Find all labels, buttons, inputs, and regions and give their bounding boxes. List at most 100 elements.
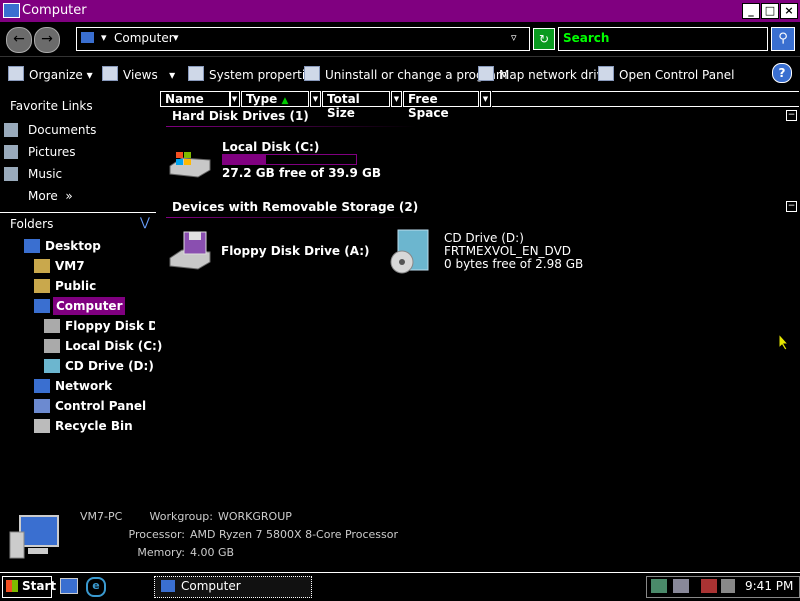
folders-header: Folders: [10, 217, 54, 231]
collapse-icon[interactable]: −: [786, 110, 797, 121]
network-status-icon[interactable]: [651, 579, 667, 593]
windows-logo-icon: [6, 580, 18, 592]
start-button[interactable]: Start: [2, 576, 56, 598]
history-dropdown[interactable]: ▿: [511, 31, 517, 44]
clock[interactable]: 9:41 PM: [745, 579, 793, 593]
disk-usage-bar: [222, 154, 357, 165]
control-panel-icon: [34, 399, 50, 413]
tree-desktop[interactable]: Desktop: [45, 239, 101, 253]
tree-recycle-bin[interactable]: Recycle Bin: [55, 419, 133, 433]
desktop-icon: [24, 239, 40, 253]
close-button[interactable]: ×: [780, 3, 798, 19]
floppy-drive-a[interactable]: Floppy Disk Drive (A:): [221, 244, 370, 258]
user-folder-icon: [34, 259, 50, 273]
chevron-down-icon[interactable]: ⋁: [140, 215, 150, 229]
mouse-cursor-icon: [778, 332, 790, 354]
local-disk-c-name[interactable]: Local Disk (C:): [222, 140, 319, 154]
tray-icon[interactable]: [673, 579, 689, 593]
favorite-pictures[interactable]: Pictures: [28, 145, 76, 159]
tree-computer[interactable]: Computer: [53, 297, 126, 315]
address-bar[interactable]: ▾ Computer ▾ ▿: [76, 27, 530, 51]
command-toolbar: Organize ▾ Views ▾ System properties Uni…: [0, 58, 800, 90]
volume-icon[interactable]: [721, 579, 735, 593]
taskbar-window-computer[interactable]: Computer: [154, 576, 312, 598]
organize-button[interactable]: Organize ▾: [8, 66, 93, 82]
tree-floppy-drive[interactable]: Floppy Disk Driv: [65, 319, 155, 333]
tree-public[interactable]: Public: [55, 279, 96, 293]
views-button[interactable]: Views ▾: [102, 66, 175, 82]
title-bar[interactable]: Computer _ □ ×: [0, 0, 800, 22]
computer-icon: [161, 580, 175, 592]
disk-usage-fill: [223, 155, 266, 164]
computer-icon: [6, 514, 62, 564]
folders-bar[interactable]: Folders ⋁: [0, 212, 156, 235]
workgroup-label: Workgroup:: [149, 510, 213, 523]
column-type-filter[interactable]: ▼: [310, 91, 321, 107]
hard-disk-icon: [44, 339, 60, 353]
open-control-panel-button[interactable]: Open Control Panel: [598, 66, 734, 82]
workgroup-value: WORKGROUP: [218, 510, 292, 523]
search-input[interactable]: Search: [558, 27, 768, 51]
minimize-button[interactable]: _: [742, 3, 760, 19]
memory-label: Memory:: [137, 546, 185, 559]
cd-drive-icon[interactable]: [390, 228, 434, 274]
chevron-down-icon[interactable]: ▾: [173, 31, 179, 44]
maximize-button[interactable]: □: [761, 3, 779, 19]
tree-local-disk[interactable]: Local Disk (C:): [65, 339, 162, 353]
floppy-drive-icon[interactable]: [168, 230, 212, 270]
recycle-bin-icon: [34, 419, 50, 433]
collapse-icon[interactable]: −: [786, 201, 797, 212]
cd-drive-icon: [44, 359, 60, 373]
views-icon: [102, 66, 118, 81]
group-divider: [166, 126, 416, 127]
back-button[interactable]: ←: [6, 27, 32, 53]
column-name-filter[interactable]: ▼: [229, 91, 240, 107]
computer-icon: [34, 299, 50, 313]
tree-control-panel[interactable]: Control Panel: [55, 399, 146, 413]
search-icon[interactable]: ⚲: [771, 27, 795, 51]
map-network-drive-button[interactable]: Map network drive: [478, 66, 611, 82]
network-icon: [34, 379, 50, 393]
internet-explorer-icon[interactable]: e: [86, 577, 106, 597]
column-free-space-filter[interactable]: ▼: [480, 91, 491, 107]
network-drive-icon: [478, 66, 494, 81]
help-icon[interactable]: ?: [772, 63, 792, 83]
pictures-icon: [4, 145, 18, 159]
column-total-size-filter[interactable]: ▼: [391, 91, 402, 107]
favorite-documents[interactable]: Documents: [28, 123, 96, 137]
local-disk-c-free: 27.2 GB free of 39.9 GB: [222, 166, 381, 180]
column-header-fill: [492, 91, 799, 107]
system-tray: 9:41 PM: [646, 576, 800, 598]
favorites-more[interactable]: More »: [28, 189, 73, 203]
column-name[interactable]: Name: [160, 91, 231, 107]
breadcrumb-arrow[interactable]: ▾: [101, 31, 107, 44]
column-total-size[interactable]: Total Size: [322, 91, 390, 120]
search-placeholder: Search: [563, 31, 610, 45]
control-panel-icon: [598, 66, 614, 81]
show-desktop-icon[interactable]: [60, 578, 78, 594]
favorite-music[interactable]: Music: [28, 167, 62, 181]
processor-label: Processor:: [128, 528, 186, 541]
network-disconnected-icon[interactable]: [701, 579, 717, 593]
group-hard-disk-drives[interactable]: Hard Disk Drives (1): [172, 109, 309, 123]
system-properties-button[interactable]: System properties: [188, 66, 319, 82]
processor-value: AMD Ryzen 7 5800X 8-Core Processor: [190, 528, 398, 541]
group-divider: [166, 217, 416, 218]
address-row: ← → ▾ Computer ▾ ▿ ↻ Search ⚲: [0, 22, 800, 57]
cd-drive-d-label: FRTMEXVOL_EN_DVD: [444, 244, 572, 258]
window-title: Computer: [22, 3, 87, 18]
system-properties-icon: [188, 66, 204, 81]
cd-drive-d-name[interactable]: CD Drive (D:): [444, 231, 524, 245]
column-type[interactable]: Type ▲: [241, 91, 309, 107]
hard-disk-icon[interactable]: [168, 148, 212, 178]
breadcrumb-computer[interactable]: Computer: [114, 31, 174, 45]
tree-vm7[interactable]: VM7: [55, 259, 85, 273]
group-removable-storage[interactable]: Devices with Removable Storage (2): [172, 200, 418, 214]
documents-icon: [4, 123, 18, 137]
forward-button[interactable]: →: [34, 27, 60, 53]
tree-network[interactable]: Network: [55, 379, 112, 393]
column-free-space[interactable]: Free Space: [403, 91, 479, 120]
computer-icon: [3, 3, 20, 18]
tree-cd-drive[interactable]: CD Drive (D:) Fl: [65, 359, 155, 373]
refresh-button[interactable]: ↻: [533, 28, 555, 50]
